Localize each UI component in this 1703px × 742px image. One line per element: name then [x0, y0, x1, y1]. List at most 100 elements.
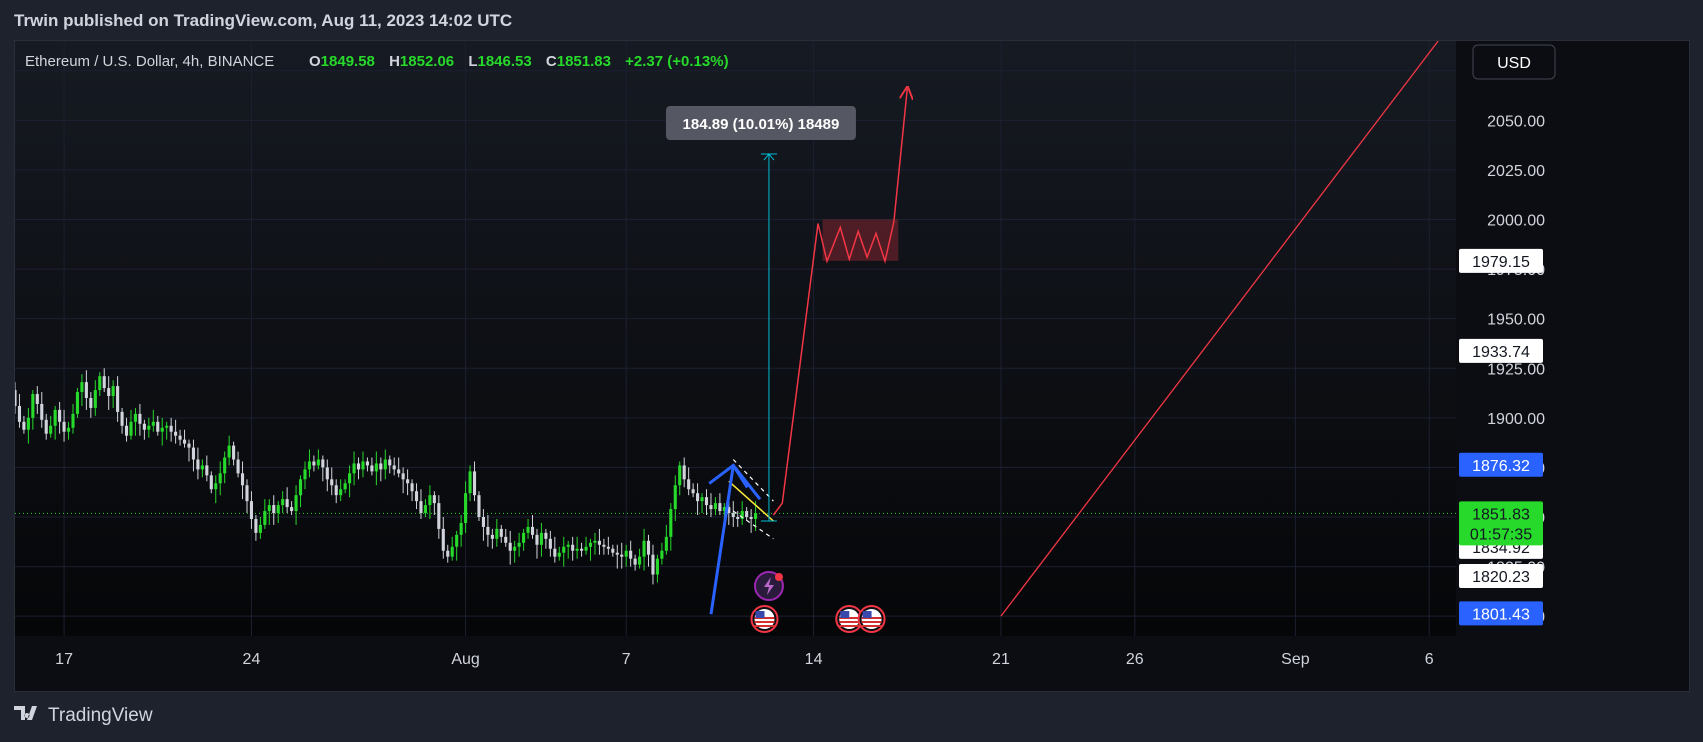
currency-button[interactable]: USD — [1472, 44, 1556, 80]
candle-body — [696, 493, 700, 502]
candle-body — [397, 469, 401, 474]
candle-body — [749, 517, 753, 519]
y-tick-label: 1900.00 — [1487, 411, 1545, 428]
candle-body — [263, 511, 267, 525]
candle-body — [450, 546, 454, 557]
candle-body — [638, 556, 642, 565]
symbol-title[interactable]: Ethereum / U.S. Dollar, 4h, BINANCE — [25, 53, 274, 70]
candle-body — [13, 390, 17, 406]
candle-body — [348, 473, 352, 484]
candle-body — [745, 511, 749, 517]
candle-body — [339, 489, 343, 496]
x-tick-label: 26 — [1126, 651, 1144, 668]
candle-body — [370, 465, 374, 472]
candle-body — [526, 526, 530, 533]
close-value: 1851.83 — [557, 53, 611, 70]
candle-body — [276, 505, 280, 514]
candle-body — [66, 427, 71, 432]
candle-body — [321, 459, 325, 468]
candle-body — [499, 528, 503, 537]
candle-body — [138, 413, 142, 424]
tradingview-logo[interactable]: TradingView — [14, 704, 153, 728]
candle-body — [562, 546, 566, 553]
candle-body — [678, 465, 682, 486]
candle-body — [356, 463, 361, 470]
candle — [75, 388, 80, 418]
candle-body — [254, 518, 258, 533]
candle-body — [258, 524, 262, 533]
candle-body — [107, 388, 111, 397]
chart-panel[interactable]: 184.89 (10.01%) 18489 2075.002050.002025… — [0, 40, 1690, 692]
candle-body — [687, 479, 691, 490]
candle-body — [160, 427, 164, 432]
svg-text:O1849.58 H1852.06: O1849.58 H1852.06 L1846.53 C1851.83 +2.3… — [309, 53, 729, 70]
x-tick-label: 17 — [55, 651, 73, 668]
candle-body — [504, 536, 508, 543]
candle-body — [334, 485, 338, 496]
currency-label: USD — [1497, 55, 1531, 72]
flag-canton — [862, 611, 872, 618]
candle-body — [124, 425, 129, 436]
candle-body — [147, 425, 151, 430]
candle-body — [49, 425, 53, 434]
candle-body — [588, 542, 593, 547]
candle-body — [294, 495, 298, 512]
flag-stripe — [861, 621, 882, 623]
candle-body — [174, 431, 178, 436]
candle-body — [44, 419, 48, 434]
axis-price-label: 1801.43 — [1459, 601, 1543, 626]
axis-price-label: 1933.74 — [1459, 338, 1543, 363]
axis-price-label-text: 1933.74 — [1472, 344, 1530, 361]
us-flag-icon[interactable] — [857, 605, 886, 633]
candle-body — [709, 505, 713, 510]
candle-body — [535, 534, 539, 545]
candle-body — [432, 495, 436, 504]
low-value: 1846.53 — [478, 53, 532, 70]
candle-body — [414, 491, 419, 502]
candle-body — [388, 459, 392, 466]
price-chart[interactable]: 184.89 (10.01%) 18489 2075.002050.002025… — [0, 40, 1689, 691]
candle-body — [464, 493, 468, 523]
candle-body — [93, 390, 97, 408]
candle-body — [700, 497, 704, 502]
candle-body — [379, 463, 383, 470]
candle-body — [365, 461, 370, 466]
candle-body — [584, 546, 588, 551]
candle-body — [84, 382, 88, 398]
lightning-icon[interactable] — [753, 571, 784, 601]
x-tick-label: 7 — [622, 651, 631, 668]
candle-body — [232, 445, 236, 460]
candle-body — [245, 485, 249, 502]
candle-body — [713, 503, 717, 510]
candle-body — [133, 413, 138, 422]
countdown-text: 01:57:35 — [1470, 526, 1532, 543]
close-label: C — [546, 53, 557, 70]
candle-body — [544, 532, 548, 539]
candle-body — [290, 507, 294, 512]
axis-price-label-text: 1801.43 — [1472, 606, 1530, 623]
y-tick-label: 2025.00 — [1487, 163, 1545, 180]
us-flag-icon[interactable] — [750, 605, 779, 633]
candle-body — [17, 405, 22, 422]
time-axis[interactable]: 17 24 Aug 7 14 21 26 Sep 6 — [55, 651, 1434, 668]
axis-price-label-text: 1876.32 — [1472, 458, 1530, 475]
candle-body — [236, 459, 240, 474]
x-tick-label: 24 — [243, 651, 261, 668]
candle-body — [468, 471, 472, 494]
candle-body — [330, 479, 334, 486]
candle-body — [352, 463, 356, 474]
x-tick-label: 6 — [1425, 651, 1434, 668]
candle-body — [539, 532, 543, 545]
candle-body — [486, 526, 490, 535]
candle-body — [142, 423, 146, 430]
candle-body — [629, 550, 633, 559]
candle-body — [410, 483, 414, 492]
candle-body — [593, 540, 597, 543]
candle-body — [62, 421, 66, 432]
open-value: 1849.58 — [321, 53, 375, 70]
candle-body — [120, 411, 124, 426]
candle-body — [522, 532, 526, 543]
axis-price-label-text: 1820.23 — [1472, 569, 1530, 586]
open-label: O — [309, 53, 321, 70]
candle-body — [116, 386, 120, 412]
